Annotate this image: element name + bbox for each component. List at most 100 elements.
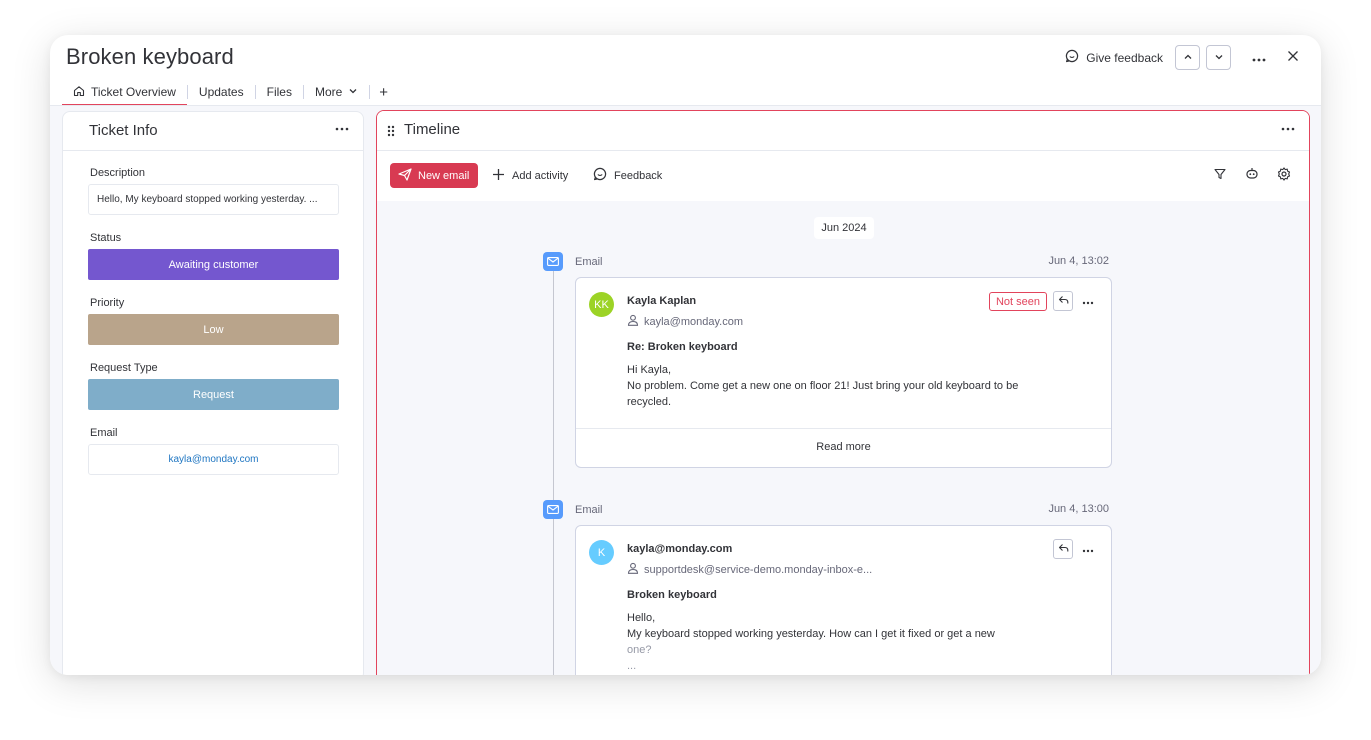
email-body-line: ... bbox=[627, 660, 637, 672]
ticket-info-title: Ticket Info bbox=[89, 122, 158, 139]
reply-icon bbox=[1058, 540, 1069, 558]
close-icon bbox=[1287, 49, 1299, 67]
gear-icon bbox=[1277, 166, 1291, 186]
timeline-panel: Timeline New email Add activity Feedback bbox=[376, 110, 1310, 675]
email-body-line: one? bbox=[627, 644, 652, 656]
email-marker-icon bbox=[543, 252, 563, 271]
tab-label: Ticket Overview bbox=[91, 85, 176, 99]
more-dots-icon bbox=[1082, 540, 1094, 558]
chevron-down-icon bbox=[1214, 49, 1224, 67]
description-field[interactable]: Hello, My keyboard stopped working yeste… bbox=[88, 184, 339, 215]
avatar: KK bbox=[589, 292, 614, 317]
panel-divider bbox=[63, 150, 363, 151]
give-feedback-label: Give feedback bbox=[1086, 50, 1163, 65]
settings-button[interactable] bbox=[1273, 165, 1295, 187]
tab-bar: Ticket Overview Updates Files More + bbox=[62, 79, 397, 106]
priority-label: Priority bbox=[90, 297, 125, 309]
person-icon bbox=[627, 562, 639, 577]
email-body-line: Hi Kayla, bbox=[627, 364, 672, 376]
filter-button[interactable] bbox=[1209, 165, 1231, 187]
drag-handle-icon[interactable] bbox=[387, 124, 395, 142]
sender-name: kayla@monday.com bbox=[627, 543, 733, 555]
tab-ticket-overview[interactable]: Ticket Overview bbox=[62, 79, 187, 106]
email-subject: Broken keyboard bbox=[627, 589, 717, 601]
description-label: Description bbox=[90, 167, 146, 179]
new-email-button[interactable]: New email bbox=[390, 163, 478, 188]
header-actions: Give feedback bbox=[1065, 45, 1307, 70]
tab-label: Files bbox=[266, 85, 292, 99]
more-options-button[interactable] bbox=[1245, 45, 1273, 70]
email-subject: Re: Broken keyboard bbox=[627, 341, 738, 353]
status-pill[interactable]: Awaiting customer bbox=[88, 249, 339, 280]
more-dots-icon bbox=[1082, 292, 1094, 310]
ticket-info-panel: Ticket Info Description Hello, My keyboa… bbox=[62, 111, 364, 675]
plus-icon bbox=[492, 168, 505, 184]
tab-files[interactable]: Files bbox=[256, 79, 303, 105]
next-item-button[interactable] bbox=[1206, 45, 1231, 70]
ticket-info-more-button[interactable] bbox=[335, 120, 349, 143]
priority-pill[interactable]: Low bbox=[88, 314, 339, 345]
email-card[interactable]: KK Kayla Kaplan kayla@monday.com Not see… bbox=[575, 277, 1112, 468]
sender-email: kayla@monday.com bbox=[644, 315, 743, 328]
date-group-chip: Jun 2024 bbox=[814, 217, 874, 239]
chat-bubble-icon bbox=[593, 167, 607, 184]
chevron-down-icon bbox=[348, 85, 358, 99]
email-body-line: My keyboard stopped working yesterday. H… bbox=[627, 628, 995, 640]
chevron-up-icon bbox=[1183, 49, 1193, 67]
tab-label: Updates bbox=[198, 85, 244, 99]
entry-type-label: Email bbox=[575, 504, 603, 516]
status-label: Status bbox=[90, 232, 122, 244]
add-tab-button[interactable]: + bbox=[370, 84, 397, 101]
tab-label: More bbox=[314, 85, 343, 99]
email-card[interactable]: K kayla@monday.com supportdesk@service-d… bbox=[575, 525, 1112, 675]
timeline-toolbar: New email Add activity Feedback bbox=[377, 151, 1309, 201]
page-title: Broken keyboard bbox=[66, 44, 234, 69]
timeline-more-button[interactable] bbox=[1281, 120, 1295, 143]
entry-timestamp: Jun 4, 13:00 bbox=[1048, 503, 1109, 515]
timeline-title: Timeline bbox=[404, 121, 461, 138]
timeline-header: Timeline bbox=[377, 111, 1309, 151]
timeline-line bbox=[553, 271, 554, 675]
email-marker-icon bbox=[543, 500, 563, 519]
email-body: Hello, My keyboard stopped working yeste… bbox=[627, 610, 1047, 674]
reply-icon bbox=[1058, 292, 1069, 310]
ai-assistant-button[interactable] bbox=[1241, 165, 1263, 187]
avatar: K bbox=[589, 540, 614, 565]
add-activity-label: Add activity bbox=[512, 169, 569, 182]
add-activity-button[interactable]: Add activity bbox=[492, 163, 568, 188]
previous-item-button[interactable] bbox=[1175, 45, 1200, 70]
robot-icon bbox=[1245, 167, 1259, 185]
chat-bubble-icon bbox=[1065, 49, 1079, 66]
more-dots-icon bbox=[1252, 49, 1266, 67]
entry-timestamp: Jun 4, 13:02 bbox=[1048, 255, 1109, 267]
email-body-line: No problem. Come get a new one on floor … bbox=[627, 380, 1019, 408]
email-body-line: Hello, bbox=[627, 612, 656, 624]
home-icon bbox=[73, 85, 85, 100]
read-more-link[interactable]: Read more bbox=[576, 441, 1111, 453]
new-email-label: New email bbox=[418, 169, 470, 182]
request-type-pill[interactable]: Request bbox=[88, 379, 339, 410]
email-more-button[interactable] bbox=[1079, 291, 1097, 311]
card-divider bbox=[576, 428, 1111, 429]
filter-icon bbox=[1214, 167, 1226, 185]
sender-email: supportdesk@service-demo.monday-inbox-e.… bbox=[644, 563, 873, 576]
reply-button[interactable] bbox=[1053, 539, 1073, 559]
more-dots-icon bbox=[1281, 125, 1295, 142]
more-dots-icon bbox=[335, 125, 349, 142]
entry-type-label: Email bbox=[575, 256, 603, 268]
tab-more[interactable]: More bbox=[304, 79, 369, 105]
sender-address: kayla@monday.com bbox=[627, 314, 743, 329]
email-body: Hi Kayla, No problem. Come get a new one… bbox=[627, 362, 1047, 410]
email-field[interactable]: kayla@monday.com bbox=[88, 444, 339, 475]
reply-button[interactable] bbox=[1053, 291, 1073, 311]
email-more-button[interactable] bbox=[1079, 539, 1097, 559]
person-icon bbox=[627, 314, 639, 329]
feedback-button[interactable]: Feedback bbox=[593, 163, 662, 188]
sender-address: supportdesk@service-demo.monday-inbox-e.… bbox=[627, 562, 872, 577]
request-type-label: Request Type bbox=[90, 362, 158, 374]
tab-updates[interactable]: Updates bbox=[188, 79, 255, 105]
ticket-window: Broken keyboard Give feedback Ticket Ove… bbox=[50, 35, 1321, 675]
close-button[interactable] bbox=[1279, 45, 1307, 70]
give-feedback-button[interactable]: Give feedback bbox=[1065, 49, 1163, 66]
not-seen-badge: Not seen bbox=[988, 292, 1047, 311]
